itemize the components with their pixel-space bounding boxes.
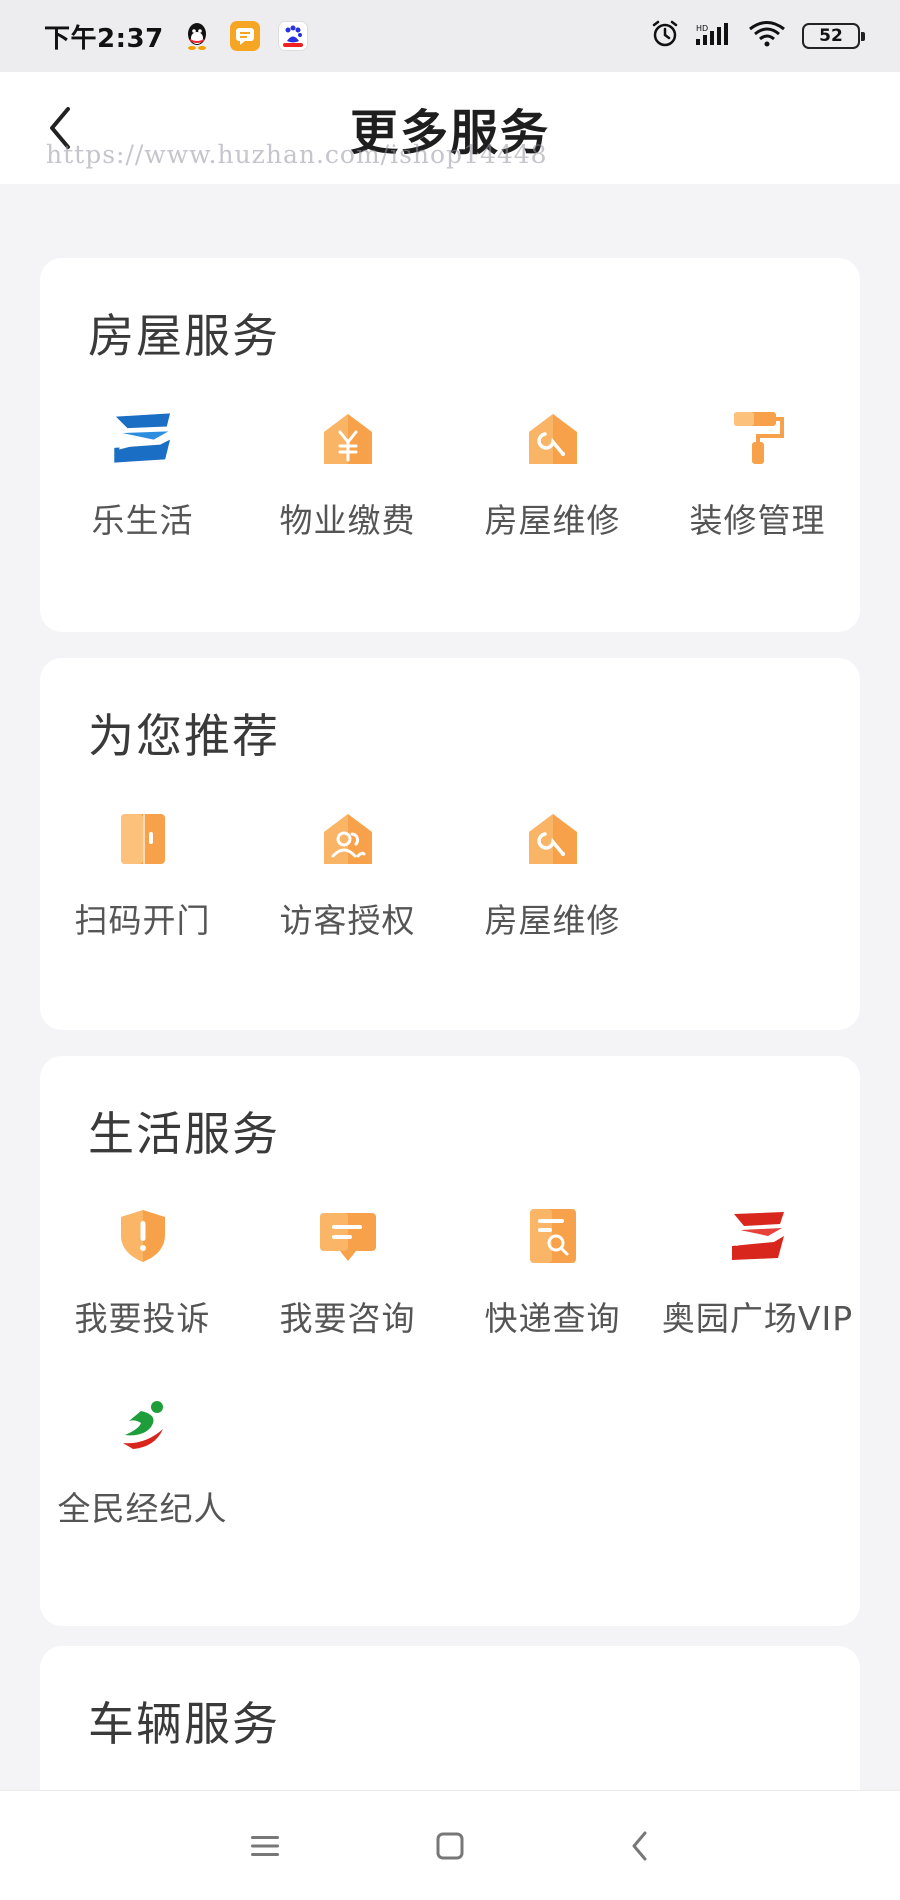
service-label: 奥园广场VIP <box>661 1299 854 1338</box>
watermark-text: https://www.huzhan.com/ishop14448 <box>46 140 548 169</box>
service-label: 我要投诉 <box>74 1299 211 1338</box>
status-right: HD 52 <box>650 19 865 53</box>
service-consult[interactable]: 我要咨询 <box>245 1186 450 1346</box>
service-label: 我要咨询 <box>279 1299 416 1338</box>
qq-icon <box>182 21 212 51</box>
service-express-query[interactable]: 快递查询 <box>450 1186 655 1346</box>
broker-runner-icon <box>111 1394 175 1458</box>
section-recommended: 为您推荐 扫码开门 访客授权 房屋维修 <box>40 658 860 1030</box>
express-search-icon <box>521 1204 585 1268</box>
header: 更多服务 https://www.huzhan.com/ishop14448 <box>0 72 900 184</box>
service-visitor-auth[interactable]: 访客授权 <box>245 788 450 948</box>
message-app-icon <box>229 21 260 51</box>
section-title: 生活服务 <box>88 1107 280 1161</box>
section-title: 为您推荐 <box>88 709 280 763</box>
service-label: 房屋维修 <box>484 501 621 540</box>
paint-roller-icon <box>726 406 790 470</box>
house-repair-icon <box>521 806 585 870</box>
service-aoyuan-vip[interactable]: 奥园广场VIP <box>655 1186 860 1346</box>
section-life-services: 生活服务 我要投诉 我要咨询 快递查询 奥园广场VIP 全民经纪人 <box>40 1056 860 1626</box>
status-bar: 下午2:37 HD 52 <box>0 0 900 72</box>
visitor-icon <box>316 806 380 870</box>
service-property-fee[interactable]: 物业缴费 <box>245 388 450 548</box>
complaint-shield-icon <box>111 1204 175 1268</box>
service-le-life[interactable]: 乐生活 <box>40 388 245 548</box>
section-title: 房屋服务 <box>88 309 280 363</box>
home-square-icon <box>436 1832 464 1860</box>
aoyuan-plaza-logo-icon <box>726 1204 790 1268</box>
baidu-icon <box>277 21 308 51</box>
service-label: 全民经纪人 <box>57 1489 228 1528</box>
status-time: 下午2:37 <box>44 23 164 54</box>
door-icon <box>111 806 175 870</box>
service-broker[interactable]: 全民经纪人 <box>40 1376 245 1536</box>
service-scan-door[interactable]: 扫码开门 <box>40 788 245 948</box>
house-repair-icon <box>521 406 585 470</box>
service-label: 访客授权 <box>279 901 416 940</box>
wifi-icon <box>748 20 786 52</box>
system-nav-bar <box>0 1790 900 1900</box>
service-label: 装修管理 <box>689 501 826 540</box>
back-triangle-icon <box>632 1831 647 1861</box>
service-label: 房屋维修 <box>484 901 621 940</box>
section-house-services: 房屋服务 乐生活 物业缴费 房屋维修 装修管理 <box>40 258 860 632</box>
service-house-repair-2[interactable]: 房屋维修 <box>450 788 655 948</box>
menu-icon <box>251 1836 279 1856</box>
battery-icon: 52 <box>802 23 865 49</box>
signal-icon: HD <box>696 21 732 51</box>
home-button[interactable] <box>425 1821 475 1871</box>
service-label: 物业缴费 <box>279 501 416 540</box>
le-life-logo-icon <box>111 406 175 470</box>
svg-text:HD: HD <box>696 24 708 33</box>
service-renovation[interactable]: 装修管理 <box>655 388 860 548</box>
service-house-repair[interactable]: 房屋维修 <box>450 388 655 548</box>
alarm-icon <box>650 19 680 53</box>
consult-chat-icon <box>316 1204 380 1268</box>
service-label: 扫码开门 <box>74 901 211 940</box>
section-title: 车辆服务 <box>88 1697 280 1751</box>
menu-button[interactable] <box>240 1821 290 1871</box>
property-fee-icon <box>316 406 380 470</box>
system-back-button[interactable] <box>615 1821 665 1871</box>
status-left: 下午2:37 <box>44 18 308 55</box>
service-label: 快递查询 <box>484 1299 621 1338</box>
service-complaint[interactable]: 我要投诉 <box>40 1186 245 1346</box>
service-label: 乐生活 <box>91 501 194 540</box>
